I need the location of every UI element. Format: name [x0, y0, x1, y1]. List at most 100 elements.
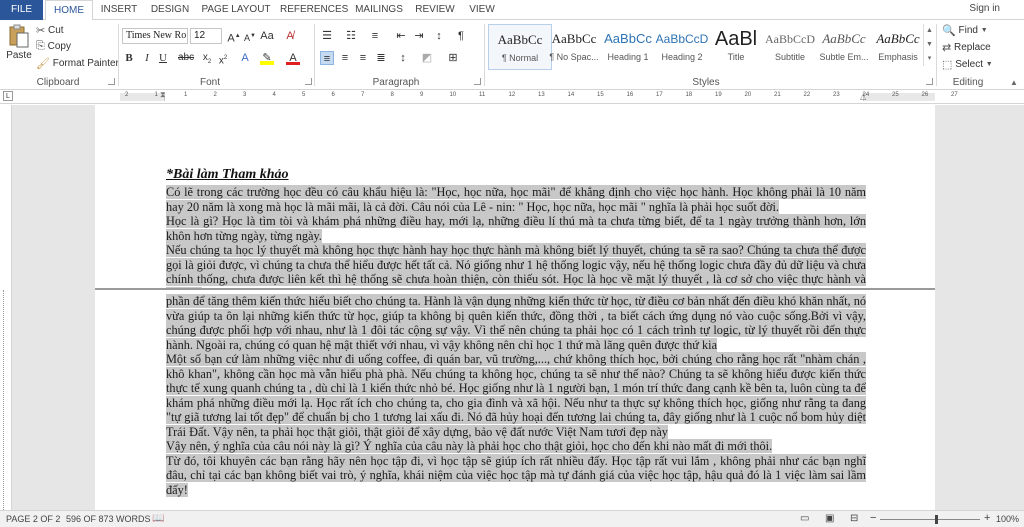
sign-in-link[interactable]: Sign in [969, 3, 1000, 14]
document-page-2[interactable]: phần để tăng thêm kiến thức hiểu biết ch… [95, 290, 935, 510]
horizontal-ruler[interactable]: L 2 1 1 2 3 4 5 6 7 8 9 10 11 12 13 14 15 16 17 18 19 20 21 22 2… [0, 90, 1024, 104]
underline-icon[interactable]: U [156, 51, 170, 65]
highlight-icon[interactable]: ✎ [260, 51, 274, 65]
bold-icon[interactable]: B [122, 51, 136, 65]
paragraph[interactable]: Vậy nên, ý nghĩa của câu nói này là gì? … [166, 439, 866, 454]
font-color-icon[interactable]: A [286, 51, 300, 65]
borders-icon[interactable]: ⊞ [446, 51, 460, 65]
web-layout-icon[interactable]: ⊟ [850, 513, 858, 524]
cut-button[interactable]: ✂ Cut [36, 24, 64, 37]
zoom-level[interactable]: 100% [996, 514, 1019, 524]
scroll-up-icon[interactable]: ▲ [926, 24, 933, 38]
paragraph-text[interactable]: phần để tăng thêm kiến thức hiểu biết ch… [166, 294, 866, 352]
tab-references[interactable]: REFERENCES [280, 0, 348, 21]
ribbon-tab-bar: FILE HOME INSERT DESIGN PAGE LAYOUT REFE… [0, 0, 1024, 21]
brush-icon: 🖌 [36, 58, 50, 70]
ruler-tick-label: 7 [361, 92, 365, 98]
shrink-font-icon[interactable]: A▼ [243, 29, 257, 43]
collapse-ribbon-icon[interactable]: ▲ [1010, 78, 1018, 87]
align-left-icon[interactable]: ≡ [320, 51, 334, 65]
page1-body[interactable]: Có lẽ trong các trường học đều có câu kh… [166, 185, 866, 301]
paragraph[interactable]: Học là gì? Học là tìm tòi và khám phá nh… [166, 214, 866, 243]
italic-icon[interactable]: I [140, 51, 154, 65]
word-count[interactable]: 596 OF 873 WORDS [66, 514, 151, 524]
paragraph-text[interactable]: Từ đó, tôi khuyên các bạn rằng hãy nên h… [166, 453, 866, 497]
styles-launcher-icon[interactable] [926, 78, 933, 85]
ruler-tick-label: 19 [715, 92, 722, 98]
numbering-icon[interactable]: ☷ [344, 29, 358, 43]
text-effects-icon[interactable]: A [238, 51, 252, 65]
font-size-select[interactable]: 12 [190, 28, 222, 44]
select-button[interactable]: ⬚ Select ▼ [942, 58, 993, 71]
tab-review[interactable]: REVIEW [413, 0, 457, 21]
replace-label: Replace [954, 42, 991, 53]
align-center-icon[interactable]: ≡ [338, 51, 352, 65]
tab-page-layout[interactable]: PAGE LAYOUT [200, 0, 272, 21]
more-styles-icon[interactable]: ▾ [928, 52, 932, 66]
paragraph-text[interactable]: Học là gì? Học là tìm tòi và khám phá nh… [166, 214, 866, 243]
print-layout-icon[interactable]: ▣ [825, 513, 834, 524]
zoom-slider-thumb[interactable] [935, 515, 938, 524]
scroll-down-icon[interactable]: ▼ [926, 38, 933, 52]
paragraph-text[interactable]: Có lẽ trong các trường học đều có câu kh… [166, 185, 866, 214]
clipboard-launcher-icon[interactable] [108, 78, 115, 85]
group-divider [936, 24, 937, 86]
ruler-tick-label: 22 [803, 92, 811, 98]
document-title[interactable]: *Bài làm Tham khảo [166, 167, 289, 183]
ruler-tick-label: 1 [154, 92, 158, 98]
tab-view[interactable]: VIEW [464, 0, 500, 21]
tab-file[interactable]: FILE [0, 0, 43, 20]
tab-insert[interactable]: INSERT [97, 0, 141, 21]
find-button[interactable]: 🔍 Find ▼ [942, 24, 988, 37]
right-indent-marker-icon[interactable]: △ [860, 92, 866, 101]
subscript-icon[interactable]: x2 [200, 51, 214, 65]
align-right-icon[interactable]: ≡ [356, 51, 370, 65]
replace-button[interactable]: ⇄ Replace [942, 41, 991, 54]
ruler-tick-label: 8 [390, 92, 394, 98]
document-page-1[interactable]: *Bài làm Tham khảo Có lẽ trong các trườn… [95, 105, 935, 301]
tab-home[interactable]: HOME [45, 0, 93, 21]
justify-icon[interactable]: ≣ [374, 51, 388, 65]
font-family-select[interactable]: Times New Ro [122, 28, 188, 44]
zoom-out-icon[interactable]: − [870, 512, 876, 524]
font-launcher-icon[interactable] [305, 78, 312, 85]
strikethrough-icon[interactable]: abc [178, 51, 194, 65]
zoom-slider[interactable] [880, 519, 980, 520]
page-count[interactable]: PAGE 2 OF 2 [6, 514, 60, 524]
paragraph-text[interactable]: Một số bạn cứ làm những việc như đi uống… [166, 352, 866, 439]
paste-button[interactable]: Paste [6, 24, 32, 61]
superscript-icon[interactable]: x2 [216, 51, 230, 66]
vertical-ruler[interactable] [0, 105, 12, 510]
grow-font-icon[interactable]: A▲ [227, 29, 241, 45]
document-workspace: *Bài làm Tham khảo Có lẽ trong các trườn… [0, 105, 1024, 510]
tab-mailings[interactable]: MAILINGS [352, 0, 406, 21]
line-spacing-icon[interactable]: ↕ [396, 51, 410, 65]
change-case-icon[interactable]: Aa [260, 29, 274, 43]
page2-body[interactable]: phần để tăng thêm kiến thức hiểu biết ch… [166, 294, 866, 497]
styles-scroll[interactable]: ▲ ▼ ▾ [923, 24, 933, 66]
paragraph[interactable]: Có lẽ trong các trường học đều có câu kh… [166, 185, 866, 214]
indent-marker-icon[interactable]: ⧗ [160, 90, 166, 100]
clear-formatting-icon[interactable]: A̸ [283, 29, 297, 43]
paragraph[interactable]: Từ đó, tôi khuyên các bạn rằng hãy nên h… [166, 453, 866, 498]
paragraph[interactable]: Một số bạn cứ làm những việc như đi uống… [166, 352, 866, 439]
paragraph-launcher-icon[interactable] [474, 78, 481, 85]
style-emphasis[interactable]: AaBbCc Emphasis [866, 24, 930, 70]
read-mode-icon[interactable]: ▭ [800, 513, 809, 524]
tab-selector-icon[interactable]: L [3, 91, 13, 101]
show-marks-icon[interactable]: ¶ [454, 29, 468, 43]
shading-icon[interactable]: ◩ [420, 51, 434, 65]
tab-design[interactable]: DESIGN [147, 0, 193, 21]
sort-icon[interactable]: ↕ [432, 29, 446, 43]
increase-indent-icon[interactable]: ⇥ [412, 29, 426, 43]
multilevel-list-icon[interactable]: ≡ [368, 29, 382, 43]
paragraph[interactable]: phần để tăng thêm kiến thức hiểu biết ch… [166, 294, 866, 352]
format-painter-button[interactable]: 🖌 Format Painter [36, 57, 119, 70]
copy-button[interactable]: ⎘ Copy [36, 40, 71, 53]
decrease-indent-icon[interactable]: ⇤ [394, 29, 408, 43]
ruler-tick-label: 26 [921, 92, 929, 98]
proofing-icon[interactable]: 📖 [152, 513, 164, 524]
bullets-icon[interactable]: ☰ [320, 29, 334, 43]
paragraph-text[interactable]: Vậy nên, ý nghĩa của câu nói này là gì? … [166, 439, 773, 453]
zoom-in-icon[interactable]: + [984, 512, 990, 524]
